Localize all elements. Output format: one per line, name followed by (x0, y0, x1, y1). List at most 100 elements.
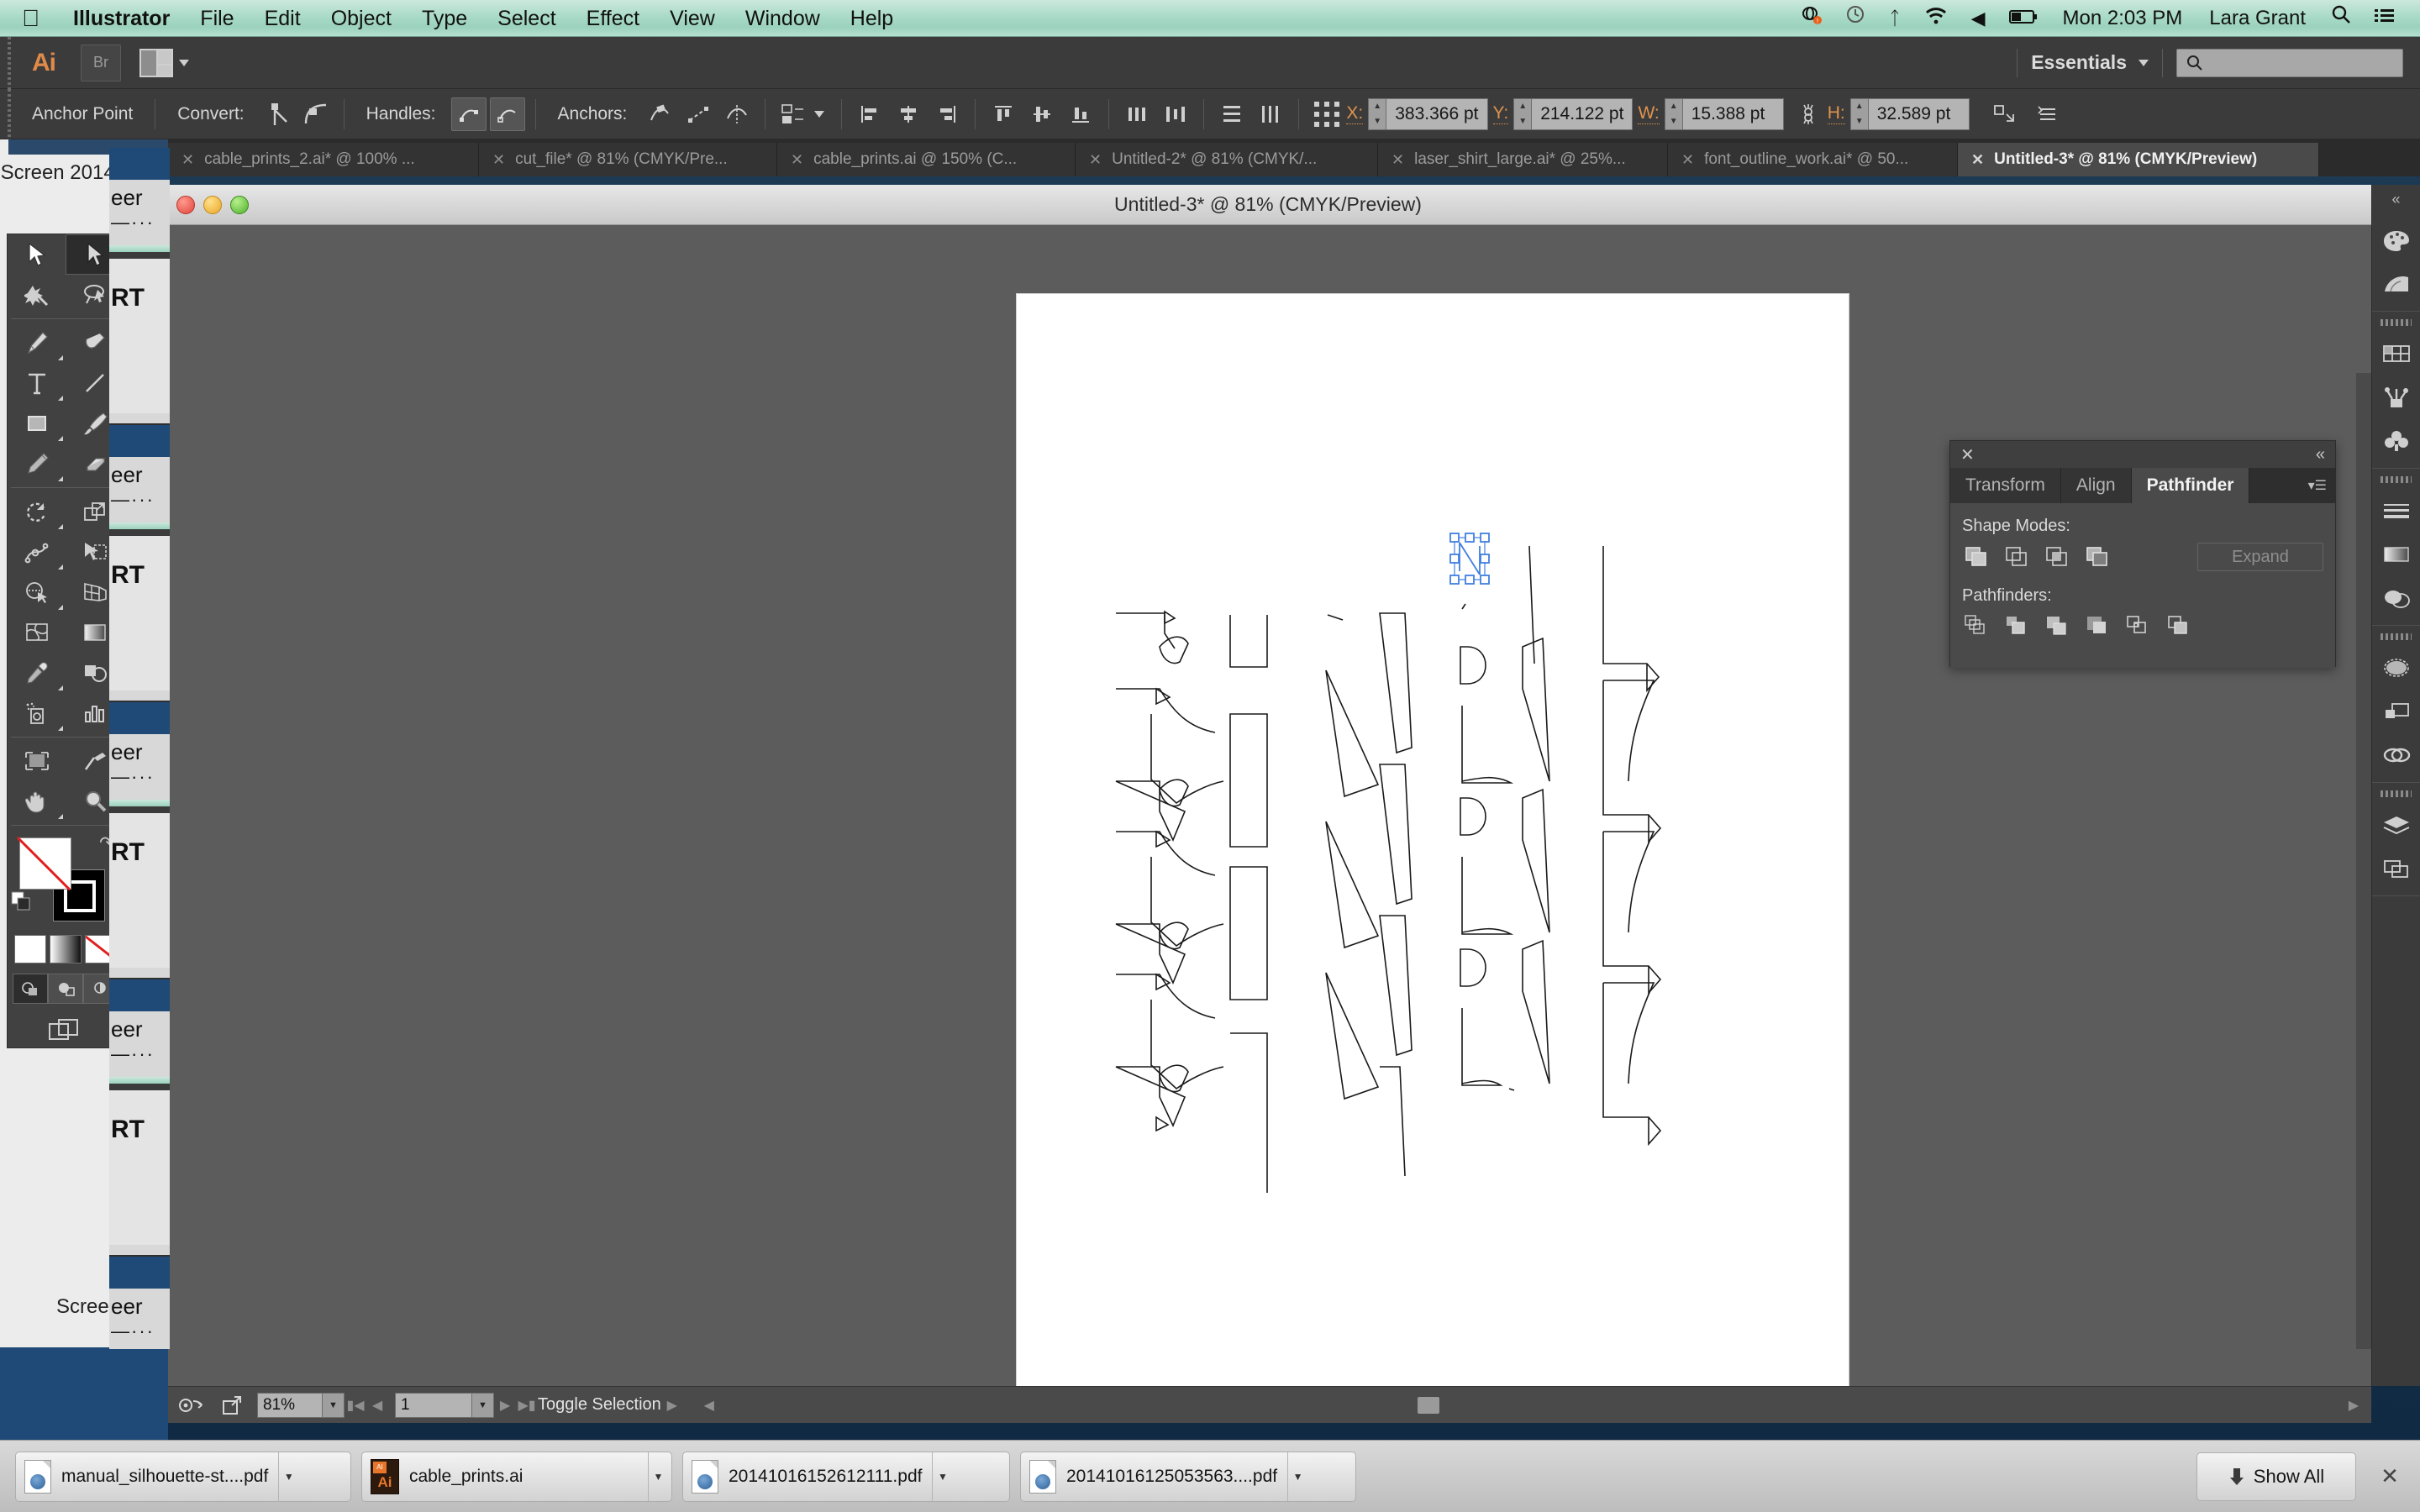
close-icon[interactable]: ✕ (1681, 151, 1694, 169)
h-value[interactable]: 32.589 pt (1868, 97, 1970, 130)
notification-center-icon[interactable] (2363, 0, 2407, 37)
minimize-button[interactable] (203, 195, 222, 214)
tab-align[interactable]: Align (2060, 468, 2132, 503)
selection-tool[interactable] (8, 234, 66, 275)
width-field[interactable]: W: ▲ ▼ 15.388 pt (1638, 97, 1784, 130)
trim-icon[interactable] (2002, 612, 2031, 639)
pen-tool[interactable] (8, 323, 66, 363)
distribute-spacing-icon[interactable] (1214, 97, 1249, 131)
close-icon[interactable]: ✕ (1960, 444, 1975, 465)
scroll-right-icon[interactable]: ▶ (2343, 1393, 2365, 1418)
next-artboard-icon[interactable]: ▶ (494, 1393, 516, 1418)
x-value[interactable]: 383.366 pt (1386, 97, 1488, 130)
last-artboard-icon[interactable]: ▶▮ (516, 1393, 538, 1418)
constrain-proportions-icon[interactable] (1791, 97, 1826, 131)
previous-artboard-icon[interactable]: ◀ (366, 1393, 388, 1418)
minus-front-icon[interactable] (2002, 543, 2031, 570)
document-tab-4[interactable]: ✕ laser_shirt_large.ai* @ 25%... (1378, 143, 1668, 176)
default-fill-stroke-icon[interactable] (11, 891, 33, 913)
transform-icon[interactable] (1986, 97, 2022, 131)
distribute-center-icon[interactable] (1158, 97, 1193, 131)
dock-item-3[interactable]: 20141016125053563....pdf ▼ (1020, 1451, 1356, 1502)
rectangle-tool[interactable] (8, 403, 66, 444)
menubar-username[interactable]: Lara Grant (2196, 7, 2319, 30)
bridge-button[interactable]: Br (81, 44, 121, 81)
dock-item-3-chevron-down-icon[interactable]: ▼ (1287, 1452, 1307, 1501)
close-icon[interactable]: ✕ (1971, 151, 1984, 169)
swatches-panel-icon[interactable] (2372, 332, 2420, 375)
isolate-chevron-down-icon[interactable] (814, 110, 825, 118)
width-tool[interactable] (8, 532, 66, 572)
convert-to-smooth-icon[interactable] (298, 97, 334, 131)
graphic-styles-panel-icon[interactable] (2372, 690, 2420, 733)
align-left-icon[interactable] (852, 97, 887, 131)
color-guide-panel-icon[interactable] (2372, 262, 2420, 306)
workspace-chevron-down-icon[interactable] (2139, 59, 2149, 66)
divide-icon[interactable] (1962, 612, 1991, 639)
connect-anchors-icon[interactable] (681, 97, 716, 131)
dock-grip[interactable] (2381, 318, 2412, 327)
document-tab-2[interactable]: ✕ cable_prints.ai @ 150% (C... (777, 143, 1076, 176)
h-stepper[interactable]: ▲ ▼ (1849, 97, 1869, 130)
color-panel-icon[interactable] (2372, 218, 2420, 262)
dock-item-0[interactable]: manual_silhouette-st....pdf ▼ (15, 1451, 351, 1502)
minus-back-icon[interactable] (2164, 612, 2192, 639)
dock-item-0-chevron-down-icon[interactable]: ▼ (278, 1452, 298, 1501)
arrange-documents-button[interactable] (139, 48, 189, 77)
artboard-chevron-down-icon[interactable]: ▼ (472, 1392, 494, 1418)
document-tab-0[interactable]: ✕ cable_prints_2.ai* @ 100% ... (168, 143, 479, 176)
apple-icon[interactable]:  (0, 0, 58, 37)
unite-icon[interactable] (1962, 543, 1991, 570)
brushes-panel-icon[interactable] (2372, 375, 2420, 419)
menu-effect[interactable]: Effect (571, 0, 655, 37)
align-center-h-icon[interactable] (891, 97, 926, 131)
distribute-left-icon[interactable] (1119, 97, 1155, 131)
stroke-panel-icon[interactable] (2372, 489, 2420, 533)
artboards-panel-icon[interactable] (2372, 847, 2420, 890)
hand-tool[interactable] (8, 781, 66, 822)
menu-app-name[interactable]: Illustrator (58, 0, 185, 37)
workspace-switcher[interactable]: Essentials (2031, 51, 2127, 74)
y-value[interactable]: 214.122 pt (1532, 97, 1634, 130)
remove-anchor-icon[interactable] (642, 97, 677, 131)
menu-edit[interactable]: Edit (250, 0, 316, 37)
document-tab-5[interactable]: ✕ font_outline_work.ai* @ 50... (1668, 143, 1958, 176)
expand-button[interactable]: Expand (2197, 543, 2323, 571)
dropbox-icon[interactable]: ! (1788, 0, 1833, 37)
color-mode-white[interactable] (14, 935, 46, 963)
rotate-tool[interactable] (8, 491, 66, 532)
close-button[interactable] (176, 195, 195, 214)
magic-wand-tool[interactable] (8, 275, 66, 315)
canvas-area[interactable] (168, 185, 2371, 1386)
appearance-panel-icon[interactable] (2372, 646, 2420, 690)
hide-handles-icon[interactable] (489, 97, 525, 131)
volume-icon[interactable]: ◀ (1960, 0, 1997, 37)
close-icon[interactable]: ✕ (1392, 151, 1404, 169)
artboard-tool[interactable] (8, 741, 66, 781)
transparency-panel-icon[interactable] (2372, 576, 2420, 620)
creative-cloud-libraries-icon[interactable] (2372, 733, 2420, 777)
convert-to-corner-icon[interactable] (260, 97, 295, 131)
menu-type[interactable]: Type (407, 0, 482, 37)
controlbar-grip[interactable] (0, 88, 18, 139)
status-text[interactable]: Toggle Selection (538, 1395, 661, 1415)
w-value[interactable]: 15.388 pt (1682, 97, 1784, 130)
dock-grip[interactable] (2381, 633, 2412, 641)
type-tool[interactable] (8, 363, 66, 403)
height-field[interactable]: H: ▲ ▼ 32.589 pt (1827, 97, 1970, 130)
symbol-sprayer-tool[interactable] (8, 693, 66, 733)
dock-close-icon[interactable]: ✕ (2375, 1452, 2405, 1501)
gradient-panel-icon[interactable] (2372, 533, 2420, 576)
panel-menu-icon[interactable]: ▾☰ (2308, 477, 2327, 494)
menu-select[interactable]: Select (482, 0, 571, 37)
dock-item-1-chevron-down-icon[interactable]: ▼ (648, 1452, 668, 1501)
zoom-level-input[interactable]: 81% (257, 1392, 323, 1418)
tab-transform[interactable]: Transform (1950, 468, 2061, 503)
draw-normal[interactable] (13, 974, 48, 1004)
symbols-panel-icon[interactable] (2372, 419, 2420, 463)
align-right-icon[interactable] (929, 97, 965, 131)
battery-icon[interactable] (1997, 0, 2049, 37)
shape-builder-tool[interactable] (8, 572, 66, 612)
artboard-number-input[interactable]: 1 (395, 1392, 472, 1418)
distribute-vertical-icon[interactable] (1253, 97, 1288, 131)
